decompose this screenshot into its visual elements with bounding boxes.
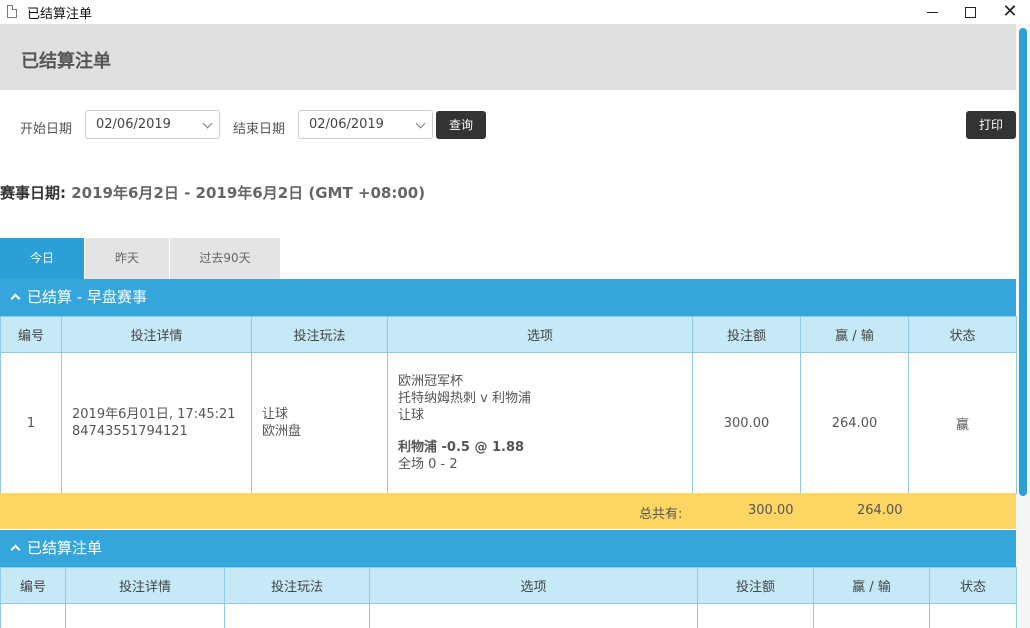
start-date-value: 02/06/2019 (96, 117, 171, 132)
maximize-button[interactable] (950, 0, 990, 24)
col-header: 投注详情 (65, 567, 225, 604)
close-button[interactable]: ✕ (990, 0, 1030, 24)
bet-id: 84743551794121 (72, 424, 188, 439)
col-header: 赢 / 输 (813, 567, 930, 604)
total-label: 总共有: (639, 507, 683, 522)
start-date-select[interactable]: 02/06/2019 (85, 110, 220, 139)
query-button[interactable]: 查询 (436, 111, 486, 139)
bet-stake: 300.00 (692, 352, 801, 494)
bet-play-type: 让球 欧洲盘 (251, 352, 388, 494)
col-header: 选项 (369, 567, 698, 604)
table-cell (697, 603, 814, 628)
total-winloss: 264.00 (857, 503, 903, 518)
settled-table: 编号 投注详情 投注玩法 选项 投注额 赢 / 输 状态 (0, 567, 1017, 628)
tab-today[interactable]: 今日 (0, 238, 84, 279)
table-cell (813, 603, 930, 628)
chevron-down-icon (202, 118, 213, 129)
chevron-up-icon (10, 293, 21, 304)
option-league: 欧洲冠军杯 (398, 374, 464, 389)
page-header: 已结算注单 (0, 24, 1016, 90)
col-header: 状态 (908, 316, 1017, 353)
bet-number: 1 (0, 352, 62, 494)
minimize-button[interactable] (912, 0, 952, 24)
col-header: 编号 (0, 316, 62, 353)
table-row (0, 603, 1017, 628)
col-header: 投注玩法 (251, 316, 388, 353)
table-cell (0, 603, 66, 628)
bet-winloss: 264.00 (800, 352, 909, 494)
window-titlebar: 已结算注单 ✕ (0, 0, 1030, 24)
start-date-label: 开始日期 (20, 122, 73, 137)
table-row: 1 2019年6月01日, 17:45:21 84743551794121 让球… (0, 352, 1017, 494)
vertical-scrollbar[interactable] (1016, 24, 1030, 628)
section-header-early-market[interactable]: 已结算 - 早盘赛事 (0, 279, 1016, 316)
event-date: 赛事日期: 2019年6月2日 - 2019年6月2日 (GMT +08:00) (0, 182, 425, 203)
tab-yesterday[interactable]: 昨天 (85, 238, 169, 279)
bet-status: 赢 (908, 352, 1017, 494)
event-date-label: 赛事日期: (0, 184, 66, 202)
chevron-down-icon (415, 118, 426, 129)
col-header: 投注玩法 (224, 567, 370, 604)
tab-past-90-days[interactable]: 过去90天 (170, 238, 280, 279)
col-header: 投注详情 (61, 316, 252, 353)
minimize-icon (926, 11, 938, 13)
event-date-value: 2019年6月2日 - 2019年6月2日 (GMT +08:00) (71, 184, 426, 202)
table-header-row: 编号 投注详情 投注玩法 选项 投注额 赢 / 输 状态 (0, 567, 1017, 604)
table-cell (929, 603, 1017, 628)
close-icon: ✕ (1002, 1, 1018, 22)
document-icon (7, 5, 17, 18)
end-date-value: 02/06/2019 (309, 117, 384, 132)
settled-early-table: 编号 投注详情 投注玩法 选项 投注额 赢 / 输 状态 1 2019年6月01… (0, 316, 1017, 494)
col-header: 编号 (0, 567, 66, 604)
option-match: 托特纳姆热刺 v 利物浦 (398, 391, 531, 406)
maximize-icon (964, 6, 976, 18)
total-row: 总共有: 300.00 264.00 (0, 493, 1016, 529)
bet-detail: 2019年6月01日, 17:45:21 84743551794121 (61, 352, 252, 494)
col-header: 状态 (929, 567, 1017, 604)
table-cell (369, 603, 698, 628)
window-title: 已结算注单 (27, 7, 93, 22)
table-header-row: 编号 投注详情 投注玩法 选项 投注额 赢 / 输 状态 (0, 316, 1017, 353)
option-pick: 利物浦 -0.5 @ 1.88 (398, 440, 525, 455)
bet-option: 欧洲冠军杯 托特纳姆热刺 v 利物浦 让球 利物浦 -0.5 @ 1.88 全场… (387, 352, 693, 494)
col-header: 投注额 (692, 316, 801, 353)
section-header-settled[interactable]: 已结算注单 (0, 530, 1016, 567)
total-stake: 300.00 (748, 503, 794, 518)
end-date-select[interactable]: 02/06/2019 (298, 110, 433, 139)
bet-time: 2019年6月01日, 17:45:21 (72, 407, 236, 422)
chevron-up-icon (10, 544, 21, 555)
table-cell (224, 603, 370, 628)
col-header: 选项 (387, 316, 693, 353)
play-market: 欧洲盘 (262, 424, 302, 439)
table-cell (65, 603, 225, 628)
section-title: 已结算 - 早盘赛事 (27, 288, 147, 306)
scrollbar-thumb[interactable] (1019, 28, 1027, 496)
option-result: 全场 0 - 2 (398, 457, 458, 472)
print-button[interactable]: 打印 (966, 111, 1016, 139)
section-title: 已结算注单 (27, 539, 103, 557)
option-market: 让球 (398, 408, 425, 423)
col-header: 投注额 (697, 567, 814, 604)
play-type: 让球 (262, 407, 289, 422)
page-title: 已结算注单 (21, 51, 111, 72)
col-header: 赢 / 输 (800, 316, 909, 353)
end-date-label: 结束日期 (233, 122, 286, 137)
